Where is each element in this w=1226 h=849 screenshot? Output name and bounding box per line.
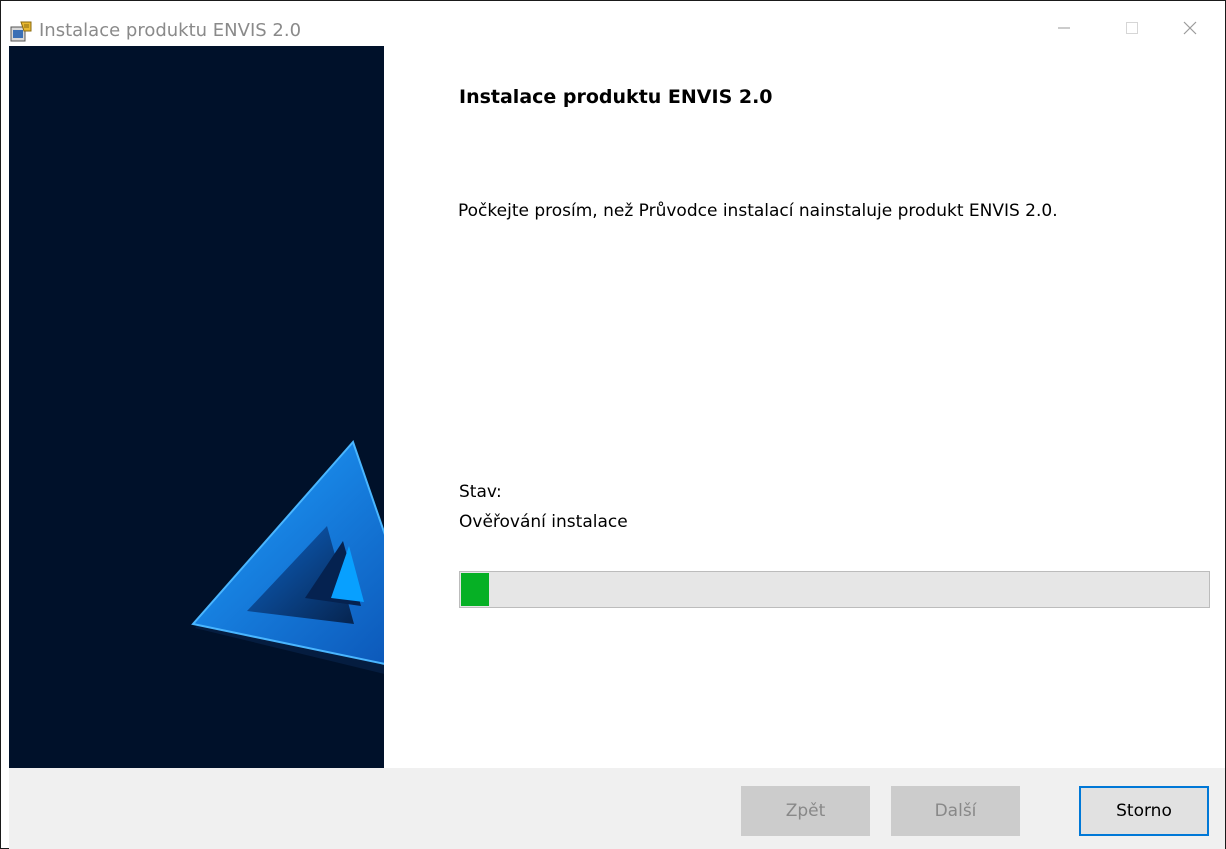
minimize-icon xyxy=(1058,27,1070,29)
close-icon xyxy=(1183,21,1197,35)
instruction-text: Počkejte prosím, než Průvodce instalací … xyxy=(458,201,1058,221)
next-button[interactable]: Další xyxy=(891,786,1020,836)
minimize-button[interactable] xyxy=(1041,11,1087,45)
status-value: Ověřování instalace xyxy=(459,512,628,532)
title-bar[interactable]: Instalace produktu ENVIS 2.0 xyxy=(1,1,1225,45)
triangle-logo xyxy=(191,440,384,674)
button-bar xyxy=(9,768,1225,849)
sidebar-banner xyxy=(9,46,384,768)
maximize-icon xyxy=(1126,22,1138,34)
installer-window: Instalace produktu ENVIS 2.0 Instalace p… xyxy=(0,0,1226,849)
progress-bar xyxy=(459,571,1210,608)
back-button[interactable]: Zpět xyxy=(741,786,870,836)
page-heading: Instalace produktu ENVIS 2.0 xyxy=(459,86,773,108)
maximize-button[interactable] xyxy=(1109,11,1155,45)
progress-fill xyxy=(461,573,489,606)
status-label: Stav: xyxy=(459,482,502,502)
close-button[interactable] xyxy=(1167,11,1213,45)
cancel-button[interactable]: Storno xyxy=(1079,786,1209,836)
window-title: Instalace produktu ENVIS 2.0 xyxy=(39,20,302,41)
installer-icon xyxy=(10,21,32,42)
